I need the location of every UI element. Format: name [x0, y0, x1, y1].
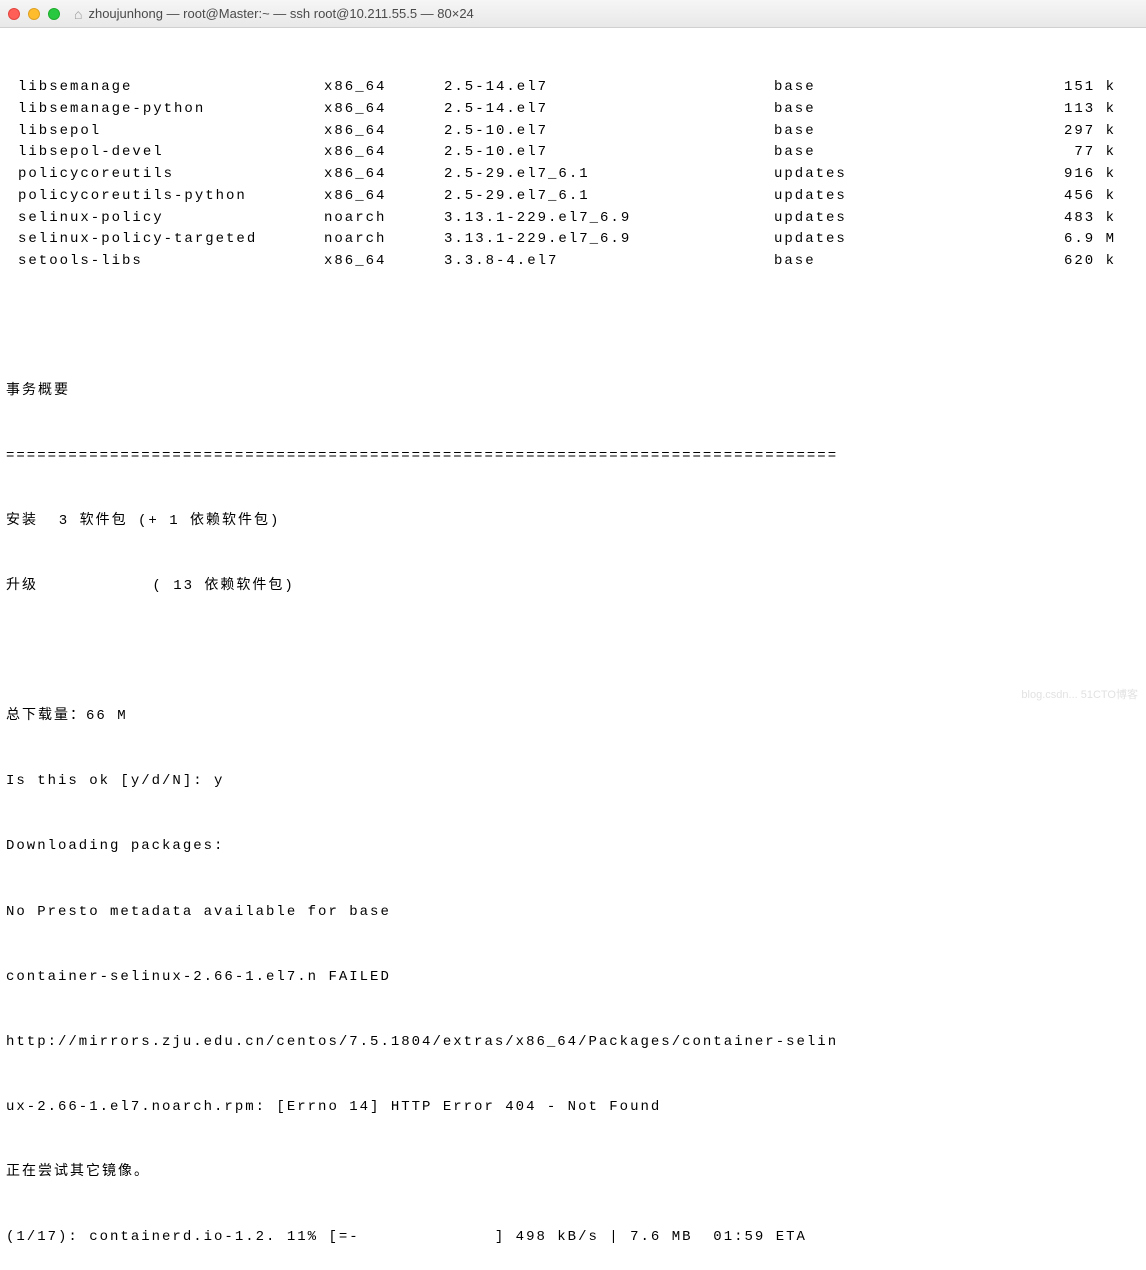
pkg-arch: noarch: [324, 208, 444, 230]
pkg-arch: x86_64: [324, 142, 444, 164]
pkg-version: 2.5-14.el7: [444, 99, 774, 121]
pkg-repo: updates: [774, 164, 1014, 186]
pkg-arch: noarch: [324, 229, 444, 251]
pkg-size: 77 k: [1014, 142, 1142, 164]
total-download: 总下载量：66 M: [4, 706, 1142, 728]
pkg-arch: x86_64: [324, 99, 444, 121]
pkg-name: selinux-policy-targeted: [4, 229, 324, 251]
package-row: selinux-policy-targetednoarch3.13.1-229.…: [4, 229, 1142, 251]
pkg-arch: x86_64: [324, 121, 444, 143]
pkg-repo: base: [774, 142, 1014, 164]
package-row: selinux-policynoarch3.13.1-229.el7_6.9up…: [4, 208, 1142, 230]
pkg-version: 2.5-14.el7: [444, 77, 774, 99]
trying-mirrors: 正在尝试其它镜像。: [4, 1162, 1142, 1184]
pkg-size: 297 k: [1014, 121, 1142, 143]
pkg-name: setools-libs: [4, 251, 324, 273]
package-row: policycoreutilsx86_642.5-29.el7_6.1updat…: [4, 164, 1142, 186]
window-title: zhoujunhong — root@Master:~ — ssh root@1…: [88, 6, 473, 21]
pkg-size: 6.9 M: [1014, 229, 1142, 251]
url-line-2: ux-2.66-1.el7.noarch.rpm: [Errno 14] HTT…: [4, 1097, 1142, 1119]
pkg-name: policycoreutils: [4, 164, 324, 186]
no-presto: No Presto metadata available for base: [4, 902, 1142, 924]
pkg-arch: x86_64: [324, 164, 444, 186]
pkg-version: 3.13.1-229.el7_6.9: [444, 208, 774, 230]
pkg-version: 2.5-29.el7_6.1: [444, 186, 774, 208]
pkg-repo: base: [774, 99, 1014, 121]
pkg-repo: base: [774, 77, 1014, 99]
failed-line: container-selinux-2.66-1.el7.n FAILED: [4, 967, 1142, 989]
pkg-name: libsepol: [4, 121, 324, 143]
pkg-arch: x86_64: [324, 77, 444, 99]
window-titlebar: ⌂ zhoujunhong — root@Master:~ — ssh root…: [0, 0, 1146, 28]
url-line-1: http://mirrors.zju.edu.cn/centos/7.5.180…: [4, 1032, 1142, 1054]
pkg-size: 620 k: [1014, 251, 1142, 273]
close-button[interactable]: [8, 8, 20, 20]
pkg-name: libsemanage-python: [4, 99, 324, 121]
install-line: 安装 3 软件包 (+ 1 依赖软件包): [4, 511, 1142, 533]
divider: ========================================…: [4, 446, 1142, 468]
downloading-label: Downloading packages:: [4, 836, 1142, 858]
pkg-size: 483 k: [1014, 208, 1142, 230]
blank-line: [4, 316, 1142, 338]
traffic-lights: [8, 8, 60, 20]
minimize-button[interactable]: [28, 8, 40, 20]
pkg-repo: updates: [774, 186, 1014, 208]
pkg-version: 2.5-29.el7_6.1: [444, 164, 774, 186]
package-row: libsemanage-pythonx86_642.5-14.el7base11…: [4, 99, 1142, 121]
zoom-button[interactable]: [48, 8, 60, 20]
transaction-summary-title: 事务概要: [4, 381, 1142, 403]
home-icon: ⌂: [74, 6, 82, 22]
pkg-repo: updates: [774, 208, 1014, 230]
pkg-arch: x86_64: [324, 186, 444, 208]
pkg-name: libsepol-devel: [4, 142, 324, 164]
watermark: blog.csdn... 51CTO博客: [1021, 686, 1138, 702]
pkg-name: policycoreutils-python: [4, 186, 324, 208]
pkg-version: 2.5-10.el7: [444, 142, 774, 164]
package-row: libsepolx86_642.5-10.el7base297 k: [4, 121, 1142, 143]
progress-line: (1/17): containerd.io-1.2. 11% [=- ] 498…: [4, 1227, 1142, 1249]
pkg-repo: updates: [774, 229, 1014, 251]
pkg-size: 916 k: [1014, 164, 1142, 186]
upgrade-line: 升级 ( 13 依赖软件包): [4, 576, 1142, 598]
pkg-repo: base: [774, 251, 1014, 273]
pkg-arch: x86_64: [324, 251, 444, 273]
package-row: libsepol-develx86_642.5-10.el7base77 k: [4, 142, 1142, 164]
pkg-size: 151 k: [1014, 77, 1142, 99]
pkg-size: 113 k: [1014, 99, 1142, 121]
terminal-output[interactable]: libsemanagex86_642.5-14.el7base151 klibs…: [0, 28, 1146, 1270]
pkg-size: 456 k: [1014, 186, 1142, 208]
confirm-prompt: Is this ok [y/d/N]: y: [4, 771, 1142, 793]
package-row: policycoreutils-pythonx86_642.5-29.el7_6…: [4, 186, 1142, 208]
pkg-version: 3.13.1-229.el7_6.9: [444, 229, 774, 251]
blank-line: [4, 641, 1142, 663]
pkg-name: selinux-policy: [4, 208, 324, 230]
pkg-name: libsemanage: [4, 77, 324, 99]
package-row: setools-libsx86_643.3.8-4.el7base620 k: [4, 251, 1142, 273]
package-row: libsemanagex86_642.5-14.el7base151 k: [4, 77, 1142, 99]
pkg-repo: base: [774, 121, 1014, 143]
pkg-version: 2.5-10.el7: [444, 121, 774, 143]
pkg-version: 3.3.8-4.el7: [444, 251, 774, 273]
